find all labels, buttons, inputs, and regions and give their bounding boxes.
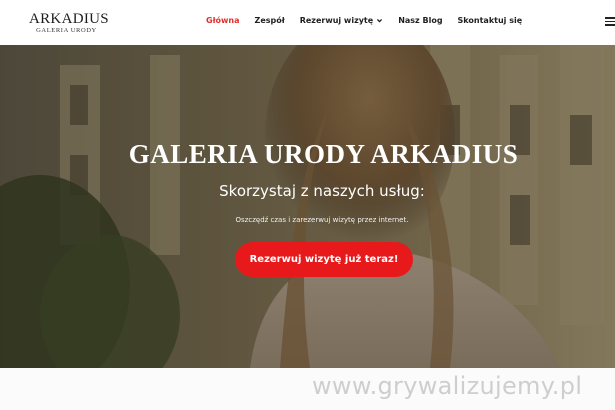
logo-main-text: ARKADIUS — [29, 11, 109, 27]
nav-item-rezerwuj-label: Rezerwuj wizytę — [299, 16, 374, 25]
nav-item-zespol[interactable]: Zespół — [255, 16, 285, 25]
nav-item-blog[interactable]: Nasz Blog — [398, 16, 442, 25]
logo[interactable]: ARKADIUS GALERIA URODY — [29, 11, 109, 35]
logo-sub-text: GALERIA URODY — [36, 27, 97, 34]
watermark-text: www.grywalizujemy.pl — [312, 372, 583, 400]
book-visit-button[interactable]: Rezerwuj wizytę już teraz! — [235, 242, 413, 277]
main-nav: Główna Zespół Rezerwuj wizytę Nasz Blog … — [206, 16, 537, 25]
nav-item-glowna[interactable]: Główna — [206, 16, 240, 25]
nav-item-kontakt[interactable]: Skontaktuj się — [458, 16, 523, 25]
hero-section: GALERIA URODY ARKADIUS Skorzystaj z nasz… — [0, 45, 615, 368]
site-header: ARKADIUS GALERIA URODY Główna Zespół Rez… — [0, 0, 615, 45]
hero-overlay — [0, 45, 615, 368]
hamburger-menu-icon[interactable] — [605, 17, 615, 26]
chevron-down-icon — [377, 19, 383, 23]
hero-title: GALERIA URODY ARKADIUS — [128, 139, 519, 169]
nav-item-rezerwuj[interactable]: Rezerwuj wizytę — [300, 16, 383, 25]
hero-subtitle: Skorzystaj z naszych usług: — [219, 182, 425, 200]
hero-note: Oszczędź czas i zarezerwuj wizytę przez … — [235, 216, 409, 224]
